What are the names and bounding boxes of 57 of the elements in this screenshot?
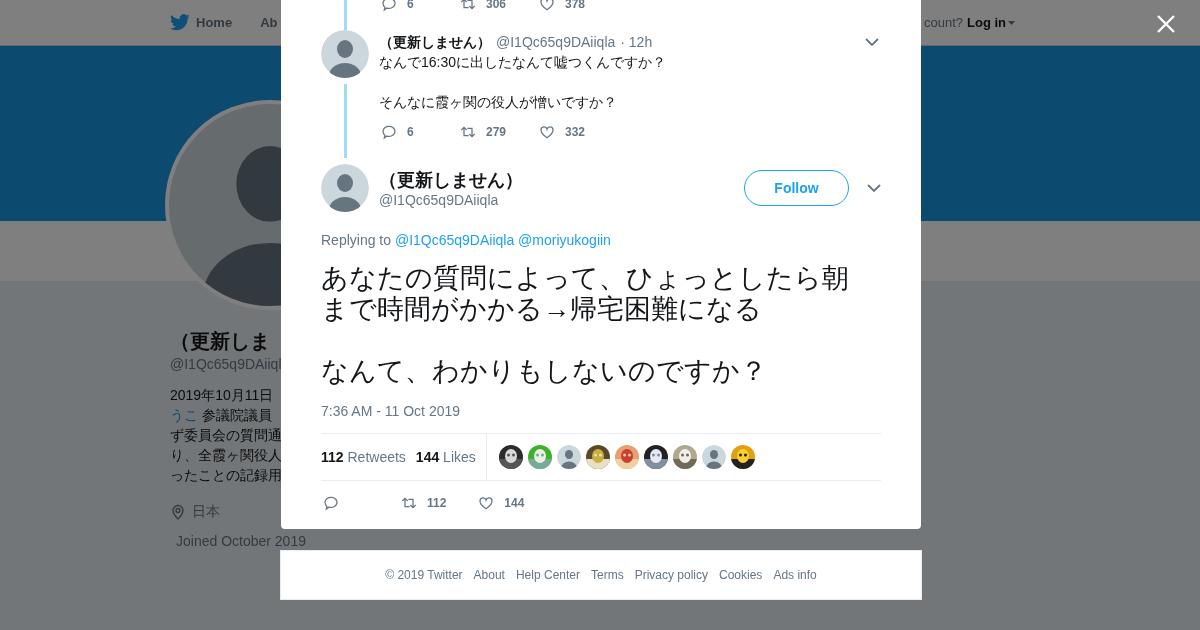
mention-link[interactable]: @moriyukogiin	[518, 232, 611, 248]
footer-link[interactable]: Terms	[591, 568, 624, 582]
profile-bio: 2019年10月11日 うこ 参議院議員 ず委員会の質問通 り、全霞ヶ関役人 ったことの記録用	[170, 386, 281, 485]
profile-handle: @I1Qc65q9DAiiql	[170, 356, 281, 372]
retweet-button[interactable]: 279	[458, 124, 537, 140]
retweet-count-link[interactable]: 112 Retweets	[321, 449, 406, 465]
profile-name: （更新しま	[170, 329, 271, 354]
avatar-icon	[321, 30, 369, 78]
joined-date: Joined October 2019	[176, 533, 306, 549]
tweet-text: あなたの質問によって、ひょっとしたら朝まで時間がかかる→帰宅困難になる	[321, 263, 850, 325]
tweet-text: なんて、わかりもしないのですか？	[321, 356, 768, 387]
footer-link[interactable]: Ads info	[773, 568, 817, 582]
author-handle: @I1Qc65q9DAiiqla	[379, 192, 500, 208]
avatar-icon	[556, 445, 581, 469]
like-button[interactable]: 378	[537, 0, 616, 12]
login-link[interactable]: Log in	[967, 15, 1015, 30]
retweet-icon[interactable]	[401, 495, 417, 511]
reply-button[interactable]: 6	[379, 0, 458, 12]
author-name: （更新しません）	[379, 34, 491, 52]
profile-location: 日本	[192, 503, 220, 521]
footer-link[interactable]: © 2019 Twitter	[385, 568, 463, 582]
retweet-button[interactable]: 112	[399, 495, 447, 511]
account-prompt: count?	[923, 15, 963, 30]
like-count-link[interactable]: 144 Likes	[415, 449, 476, 465]
heart-icon[interactable]	[478, 495, 495, 511]
tweet-text: そんなに霞ヶ関の役人が憎いですか？	[379, 93, 618, 112]
like-button[interactable]: 332	[537, 124, 616, 140]
nav-link[interactable]: Ab	[260, 15, 278, 30]
footer-link[interactable]: About	[473, 568, 505, 582]
retweet-icon[interactable]	[460, 124, 476, 140]
location-pin-icon	[170, 504, 186, 520]
close-icon[interactable]	[1157, 15, 1175, 33]
replying-to-text: Replying to @I1Qc65q9DAiiqla @moriyukogiin	[321, 232, 612, 248]
reply-icon[interactable]	[381, 0, 397, 12]
tweet-text: なんで16:30に出したなんて嘘つくんですか？	[379, 53, 668, 72]
author-name: （更新しません）	[379, 169, 523, 192]
tweet-time: · 12h	[620, 34, 653, 50]
bird-icon	[170, 14, 190, 31]
footer-link[interactable]: Privacy policy	[634, 568, 708, 582]
tweet-timestamp: 7:36 AM - 11 Oct 2019	[321, 403, 462, 419]
nav-link[interactable]: Home	[170, 14, 233, 31]
retweet-icon[interactable]	[460, 0, 476, 12]
caret-icon	[1008, 20, 1015, 25]
author-handle: @I1Qc65q9DAiiqla	[496, 34, 616, 50]
avatar-icon	[321, 164, 369, 212]
footer-link[interactable]: Cookies	[719, 568, 763, 582]
chevron-down-icon[interactable]	[867, 183, 881, 193]
heart-icon[interactable]	[539, 0, 555, 12]
reply-icon[interactable]	[381, 124, 397, 140]
heart-icon[interactable]	[539, 124, 555, 140]
retweet-button[interactable]: 306	[458, 0, 537, 12]
mention-link[interactable]: @I1Qc65q9DAiiqla	[394, 232, 515, 248]
chevron-down-icon[interactable]	[865, 38, 879, 47]
reply-button[interactable]: 6	[379, 124, 458, 140]
avatar-icon	[701, 445, 726, 469]
footer-link[interactable]: Help Center	[515, 568, 580, 582]
like-button[interactable]: 144	[476, 495, 525, 511]
